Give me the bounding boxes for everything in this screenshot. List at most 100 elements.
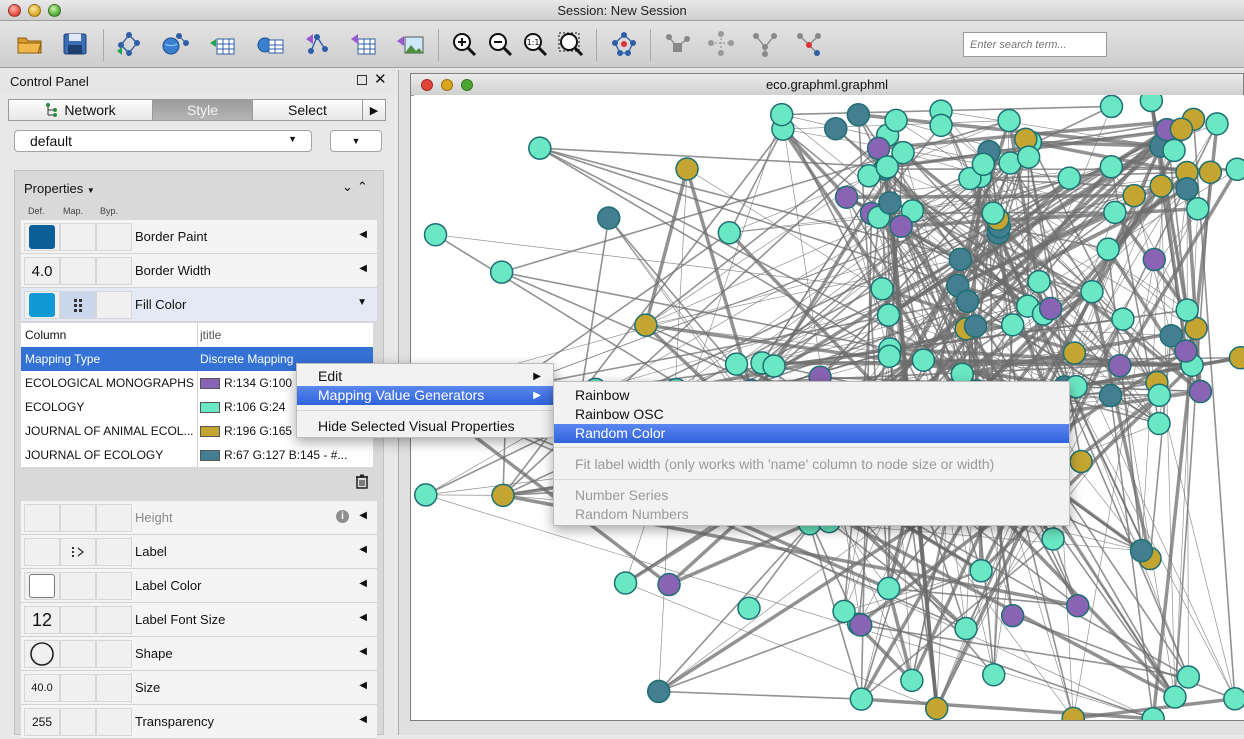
network-node[interactable]: [1148, 412, 1170, 434]
zoom-fit-icon[interactable]: 1:1: [520, 30, 550, 58]
export-network-icon[interactable]: [302, 30, 332, 58]
mapping-cell[interactable]: [60, 291, 96, 319]
zoom-selected-icon[interactable]: [556, 30, 586, 58]
trash-icon[interactable]: [355, 474, 369, 494]
property-row-transparency[interactable]: 255 Transparency ◀: [21, 705, 377, 739]
property-row-border-width[interactable]: 4.0 Border Width ◀: [21, 254, 377, 288]
network-node[interactable]: [492, 484, 514, 506]
network-node[interactable]: [1187, 198, 1209, 220]
style-selector[interactable]: default ▼: [14, 130, 312, 152]
network-node[interactable]: [1143, 249, 1165, 271]
network-node[interactable]: [1176, 299, 1198, 321]
close-panel-icon[interactable]: ✕: [374, 70, 387, 88]
collapse-expand-icon[interactable]: ⌄⌃: [342, 179, 372, 195]
network-node[interactable]: [850, 688, 872, 710]
network-node[interactable]: [912, 349, 934, 371]
network-node[interactable]: [877, 304, 899, 326]
close-window-button[interactable]: [8, 4, 21, 17]
network-node[interactable]: [648, 680, 670, 702]
property-row-label-font-size[interactable]: 12 Label Font Size ◀: [21, 603, 377, 637]
network-node[interactable]: [1150, 175, 1172, 197]
expand-arrow-icon[interactable]: ◀: [359, 578, 367, 589]
hide-selected-icon[interactable]: [706, 30, 736, 58]
network-node[interactable]: [878, 345, 900, 367]
network-node[interactable]: [833, 600, 855, 622]
mapping-cell[interactable]: [60, 674, 96, 702]
network-node[interactable]: [890, 215, 912, 237]
open-session-icon[interactable]: [15, 30, 45, 58]
network-node[interactable]: [491, 261, 513, 283]
save-session-icon[interactable]: [60, 30, 90, 58]
default-value-cell[interactable]: 12: [24, 606, 60, 634]
default-value-cell[interactable]: 4.0: [24, 257, 60, 285]
mapping-cell[interactable]: [60, 538, 96, 566]
bypass-cell[interactable]: [96, 640, 132, 668]
network-node[interactable]: [1226, 158, 1244, 180]
network-node[interactable]: [1170, 118, 1192, 140]
network-node[interactable]: [949, 248, 971, 270]
expand-arrow-icon[interactable]: ◀: [359, 263, 367, 274]
search-input[interactable]: [963, 32, 1107, 57]
mapping-cell[interactable]: [60, 708, 96, 736]
show-all-icon[interactable]: [750, 30, 780, 58]
more-tabs-icon[interactable]: ▶: [362, 99, 386, 121]
network-node[interactable]: [901, 669, 923, 691]
float-panel-icon[interactable]: [357, 75, 367, 85]
mapping-entry-row[interactable]: JOURNAL OF ECOLOGY R:67 G:127 B:145 - #.…: [21, 443, 373, 467]
mapping-cell[interactable]: [60, 572, 96, 600]
network-node[interactable]: [1070, 451, 1092, 473]
network-node[interactable]: [726, 353, 748, 375]
property-row-size[interactable]: 40.0 Size ◀: [21, 671, 377, 705]
mapping-cell[interactable]: [60, 257, 96, 285]
menu-item-rainbow[interactable]: Rainbow: [554, 386, 1069, 405]
zoom-window-button[interactable]: [48, 4, 61, 17]
network-node[interactable]: [615, 572, 637, 594]
import-table-url-icon[interactable]: [255, 30, 285, 58]
network-node[interactable]: [1097, 238, 1119, 260]
expand-arrow-icon[interactable]: ◀: [359, 229, 367, 240]
network-node[interactable]: [1229, 347, 1244, 369]
export-image-icon[interactable]: [395, 30, 425, 58]
default-value-cell[interactable]: 40.0: [24, 674, 60, 702]
mapping-cell[interactable]: [60, 223, 96, 251]
network-node[interactable]: [1028, 271, 1050, 293]
network-node[interactable]: [972, 153, 994, 175]
network-node[interactable]: [926, 697, 948, 719]
network-node[interactable]: [1081, 281, 1103, 303]
network-node[interactable]: [1058, 167, 1080, 189]
network-node[interactable]: [1140, 95, 1162, 112]
network-node[interactable]: [1148, 384, 1170, 406]
network-node[interactable]: [871, 278, 893, 300]
minimize-network-icon[interactable]: [441, 79, 453, 91]
property-row-border-paint[interactable]: Border Paint ◀: [21, 220, 377, 254]
network-node[interactable]: [1189, 381, 1211, 403]
network-node[interactable]: [529, 137, 551, 159]
zoom-out-icon[interactable]: [485, 30, 515, 58]
property-row-label-color[interactable]: Label Color ◀: [21, 569, 377, 603]
network-node[interactable]: [957, 290, 979, 312]
network-node[interactable]: [836, 186, 858, 208]
network-node[interactable]: [1042, 528, 1064, 550]
menu-item-mapping-value-generators[interactable]: Mapping Value Generators▶: [297, 386, 553, 405]
property-row-label[interactable]: Label ◀: [21, 535, 377, 569]
default-value-cell[interactable]: 255: [24, 708, 60, 736]
import-network-file-icon[interactable]: [114, 30, 144, 58]
network-node[interactable]: [598, 207, 620, 229]
menu-item-hide-selected-visual-properties[interactable]: Hide Selected Visual Properties: [297, 417, 553, 436]
network-node[interactable]: [1040, 298, 1062, 320]
network-node[interactable]: [1123, 185, 1145, 207]
network-node[interactable]: [635, 314, 657, 336]
network-node[interactable]: [1018, 146, 1040, 168]
expand-arrow-icon[interactable]: ◀: [359, 714, 367, 725]
network-node[interactable]: [970, 560, 992, 582]
maximize-network-icon[interactable]: [461, 79, 473, 91]
export-table-icon[interactable]: [348, 30, 378, 58]
expand-arrow-icon[interactable]: ◀: [359, 680, 367, 691]
bypass-cell[interactable]: [96, 223, 132, 251]
network-node[interactable]: [1112, 308, 1134, 330]
network-node[interactable]: [1164, 686, 1186, 708]
default-value-cell[interactable]: [24, 640, 60, 668]
network-node[interactable]: [825, 118, 847, 140]
network-node[interactable]: [964, 315, 986, 337]
network-node[interactable]: [1002, 314, 1024, 336]
